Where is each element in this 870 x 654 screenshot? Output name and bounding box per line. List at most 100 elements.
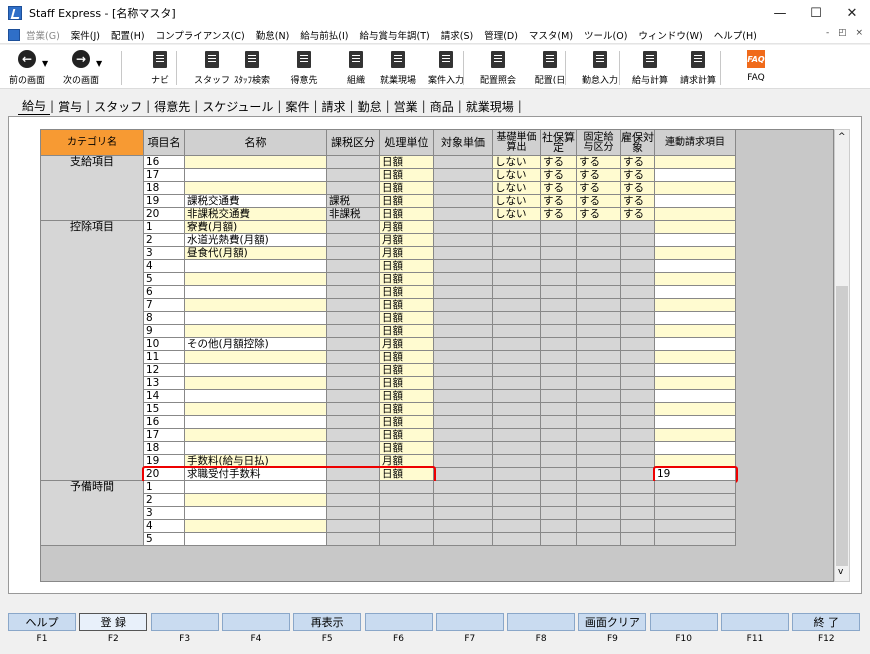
cell-koyo[interactable] [621,507,655,520]
cell-koyo[interactable] [621,338,655,351]
cell-link[interactable] [655,351,736,364]
maximize-button[interactable]: ☐ [798,0,834,26]
toolbar-button-6[interactable]: 組織 [334,49,378,86]
cell-shaho[interactable] [541,442,577,455]
menu-item-12[interactable]: ヘルプ(H) [714,28,757,42]
cell-fixed[interactable]: する [577,156,621,169]
cell-koyo[interactable] [621,273,655,286]
menu-item-11[interactable]: ウィンドウ(W) [638,28,702,42]
cell-target[interactable] [434,247,493,260]
cell-unit[interactable]: 日額 [380,273,434,286]
cell-no[interactable]: 14 [144,390,185,403]
cell-shaho[interactable] [541,221,577,234]
cell-target[interactable] [434,481,493,494]
cell-koyo[interactable]: する [621,182,655,195]
cell-tax[interactable] [327,299,380,312]
cell-shaho[interactable] [541,403,577,416]
cell-koyo[interactable] [621,442,655,455]
cell-no[interactable]: 19 [144,195,185,208]
cell-name[interactable] [185,507,327,520]
tab-4[interactable]: スケジュール [198,98,277,115]
cell-shaho[interactable] [541,390,577,403]
toolbar-button-3[interactable]: スタッフ [190,49,234,86]
cell-name[interactable] [185,494,327,507]
cell-shaho[interactable] [541,494,577,507]
cell-link[interactable] [655,247,736,260]
cell-target[interactable] [434,403,493,416]
cell-fixed[interactable]: する [577,182,621,195]
toolbar-button-1[interactable]: → 次の画面 ▼ [56,49,106,86]
cell-shaho[interactable] [541,273,577,286]
cell-target[interactable] [434,273,493,286]
cell-unit[interactable]: 日額 [380,299,434,312]
cell-unit[interactable] [380,481,434,494]
cell-no[interactable]: 18 [144,182,185,195]
cell-base[interactable] [493,338,541,351]
cell-no[interactable]: 11 [144,351,185,364]
cell-fixed[interactable] [577,364,621,377]
cell-no[interactable]: 1 [144,221,185,234]
cell-tax[interactable] [327,325,380,338]
cell-no[interactable]: 10 [144,338,185,351]
cell-no[interactable]: 4 [144,260,185,273]
cell-base[interactable] [493,442,541,455]
cell-fixed[interactable] [577,247,621,260]
tab-2[interactable]: スタッフ [90,98,146,115]
cell-koyo[interactable]: する [621,208,655,221]
tab-8[interactable]: 営業 [390,98,422,115]
cell-fixed[interactable] [577,455,621,468]
cell-tax[interactable] [327,494,380,507]
cell-name[interactable]: その他(月額控除) [185,338,327,351]
cell-shaho[interactable] [541,312,577,325]
cell-link[interactable] [655,494,736,507]
cell-name[interactable] [185,260,327,273]
toolbar-button-10[interactable]: 配置(日 [528,49,572,86]
cell-shaho[interactable]: する [541,195,577,208]
cell-no[interactable]: 20 [144,208,185,221]
function-key-f12[interactable]: 終 了 [792,613,861,631]
cell-base[interactable] [493,351,541,364]
cell-koyo[interactable] [621,468,655,481]
cell-name[interactable] [185,429,327,442]
cell-shaho[interactable] [541,351,577,364]
mdi-window-controls[interactable]: - ◰ × [826,28,866,38]
cell-shaho[interactable] [541,286,577,299]
minimize-button[interactable]: — [762,0,798,26]
function-key-f10[interactable] [649,613,718,631]
function-key-f5[interactable]: 再表示 [293,613,362,631]
cell-target[interactable] [434,429,493,442]
cell-name[interactable] [185,533,327,546]
cell-name[interactable] [185,273,327,286]
cell-shaho[interactable] [541,338,577,351]
toolbar-button-8[interactable]: 案件入力 [424,49,468,86]
toolbar-button-12[interactable]: 給与計算 [628,49,672,86]
cell-unit[interactable]: 月額 [380,338,434,351]
cell-link[interactable] [655,442,736,455]
cell-fixed[interactable] [577,234,621,247]
scroll-up-icon[interactable]: ^ [838,132,846,142]
cell-name[interactable]: 非課税交通費 [185,208,327,221]
cell-fixed[interactable] [577,494,621,507]
cell-base[interactable] [493,364,541,377]
cell-link[interactable] [655,286,736,299]
cell-fixed[interactable] [577,221,621,234]
cell-target[interactable] [434,338,493,351]
cell-base[interactable] [493,247,541,260]
menu-item-10[interactable]: ツール(O) [584,28,627,42]
cell-name[interactable]: 課税交通費 [185,195,327,208]
cell-tax[interactable] [327,481,380,494]
cell-link[interactable] [655,299,736,312]
cell-unit[interactable] [380,494,434,507]
menu-item-5[interactable]: 給与前払(I) [300,28,348,42]
cell-target[interactable] [434,390,493,403]
function-key-f8[interactable] [507,613,576,631]
cell-tax[interactable] [327,273,380,286]
cell-unit[interactable]: 日額 [380,351,434,364]
cell-link[interactable] [655,416,736,429]
cell-no[interactable]: 6 [144,286,185,299]
cell-link[interactable] [655,273,736,286]
cell-unit[interactable]: 日額 [380,325,434,338]
cell-fixed[interactable] [577,312,621,325]
cell-fixed[interactable] [577,377,621,390]
cell-tax[interactable] [327,312,380,325]
